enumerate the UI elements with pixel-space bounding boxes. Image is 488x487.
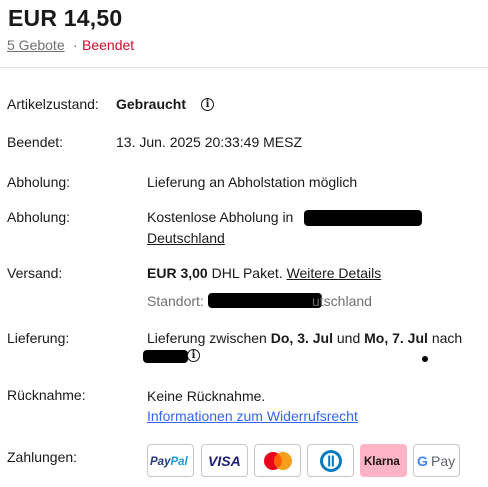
shipping-value: EUR 3,00 DHL Paket. Weitere Details [147, 265, 381, 281]
pickup-free-value: Kostenlose Abholung in [147, 209, 294, 225]
svg-text:VISA: VISA [208, 453, 241, 469]
paypal-logo: PayPal [147, 444, 194, 477]
klarna-logo: Klarna [360, 444, 407, 477]
condition-label: Artikelzustand: [7, 96, 99, 112]
listing-status: Beendet [82, 37, 135, 53]
info-icon[interactable]: i [201, 98, 214, 111]
withdrawal-info-link[interactable]: Informationen zum Widerrufsrecht [147, 408, 358, 424]
payments-label: Zahlungen: [7, 449, 78, 465]
delivery-date-to: Mo, 7. Jul [364, 330, 428, 346]
redacted-block [304, 210, 422, 226]
diners-club-logo [307, 444, 354, 477]
pickup-country-link[interactable]: Deutschland [147, 230, 225, 246]
location-value: utschland [312, 293, 372, 309]
location-label: Standort: [147, 293, 204, 309]
svg-text:Pay: Pay [431, 453, 455, 469]
item-price: EUR 14,50 [8, 5, 123, 31]
svg-text:G: G [417, 453, 428, 469]
shipping-details-link[interactable]: Weitere Details [287, 265, 382, 281]
redacted-block [143, 350, 188, 363]
delivery-label: Lieferung: [7, 330, 70, 346]
ended-value: 13. Jun. 2025 20:33:49 MESZ [116, 134, 303, 150]
shipping-method: DHL Paket. [211, 265, 283, 281]
pickup-label: Abholung: [7, 174, 71, 190]
bids-link[interactable]: 5 Gebote [7, 37, 65, 53]
mastercard-logo [254, 444, 301, 477]
delivery-date-from: Do, 3. Jul [270, 330, 333, 346]
redacted-block [208, 293, 322, 308]
shipping-label: Versand: [7, 265, 63, 281]
condition-value: Gebraucht [116, 96, 187, 112]
returns-label: Rücknahme: [7, 387, 86, 403]
separator-dot: · [73, 37, 78, 53]
svg-text:PayPal: PayPal [150, 456, 189, 468]
delivery-value: Lieferung zwischen Do, 3. Jul und Mo, 7.… [147, 330, 462, 346]
pickup-station-value: Lieferung an Abholstation möglich [147, 174, 358, 190]
header-divider [0, 67, 488, 68]
ended-label: Beendet: [7, 134, 64, 150]
google-pay-logo: G Pay [413, 444, 460, 477]
delivery-suffix: nach [431, 330, 463, 346]
visa-logo: VISA [201, 444, 248, 477]
delivery-prefix: Lieferung zwischen [147, 330, 267, 346]
pickup-label: Abholung: [7, 209, 71, 225]
returns-value: Keine Rücknahme. [147, 388, 266, 404]
shipping-cost: EUR 3,00 [147, 265, 208, 281]
redaction-dot [422, 356, 428, 362]
svg-text:Klarna: Klarna [364, 456, 400, 468]
info-icon[interactable]: i [187, 349, 200, 362]
delivery-connector: und [336, 330, 361, 346]
